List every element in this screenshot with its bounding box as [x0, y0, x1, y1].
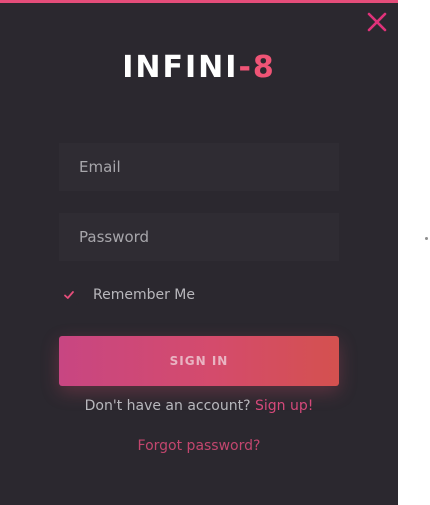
- forgot-password-link[interactable]: Forgot password?: [138, 438, 261, 454]
- logo-accent-text: -8: [238, 50, 276, 85]
- sign-up-link[interactable]: Sign up!: [255, 398, 313, 414]
- email-field[interactable]: [59, 143, 339, 191]
- signup-prompt: Don't have an account? Sign up!: [0, 398, 398, 414]
- check-icon: [64, 291, 74, 299]
- background-dot: [425, 237, 428, 240]
- no-account-text: Don't have an account?: [84, 398, 251, 414]
- password-field[interactable]: [59, 213, 339, 261]
- remember-me-option[interactable]: Remember Me: [59, 283, 195, 307]
- close-icon: [367, 12, 387, 32]
- remember-me-checkbox[interactable]: [59, 285, 79, 305]
- close-button[interactable]: [367, 12, 387, 32]
- app-logo: INFINI-8: [0, 49, 398, 87]
- logo-primary-text: INFINI: [122, 50, 239, 85]
- login-dialog: INFINI-8 Remember Me SIGN IN Don't have …: [0, 0, 398, 505]
- remember-me-label: Remember Me: [93, 287, 195, 303]
- sign-in-button[interactable]: SIGN IN: [59, 336, 339, 386]
- forgot-password-row: Forgot password?: [0, 438, 398, 454]
